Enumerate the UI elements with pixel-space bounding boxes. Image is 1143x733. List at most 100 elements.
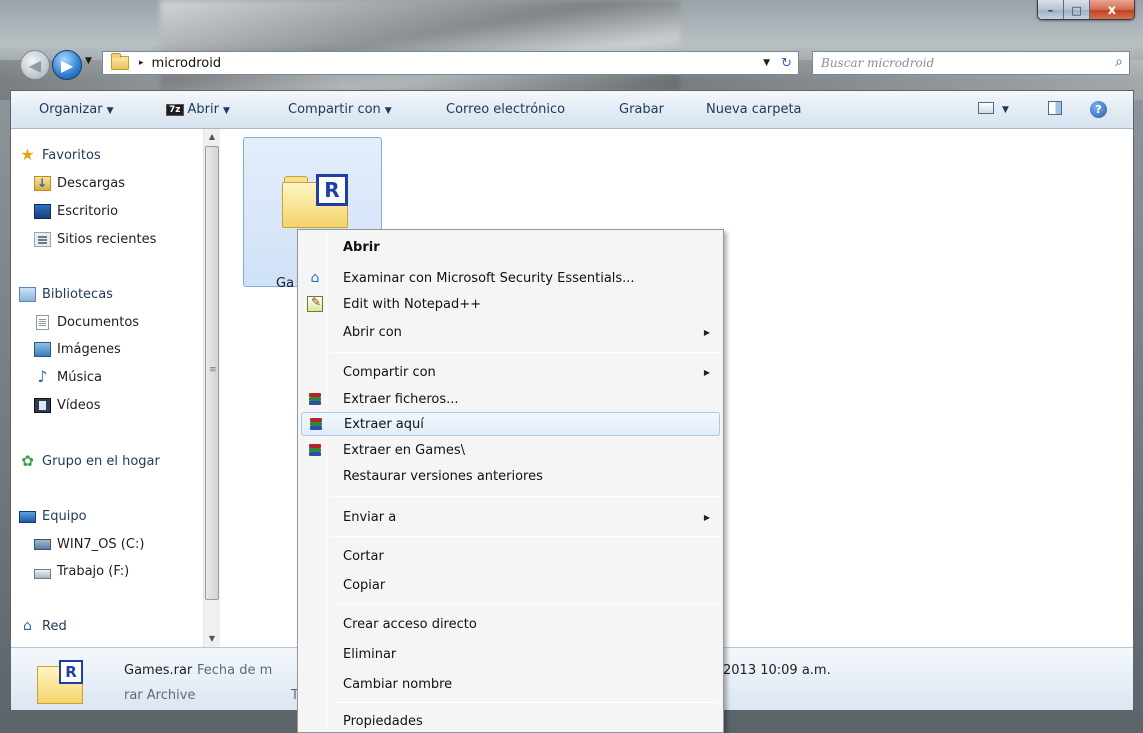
open-menu[interactable]: 7z Abrir ▼ [166,102,230,117]
menu-item-copy[interactable]: Copiar [301,573,720,597]
menu-item-delete[interactable]: Eliminar [301,642,720,666]
maximize-button[interactable]: □ [1064,0,1090,19]
winrar-icon [307,391,323,407]
scroll-up-icon[interactable]: ▲ [204,129,220,145]
help-button[interactable]: ? [1090,101,1107,118]
email-button[interactable]: Correo electrónico [446,102,565,117]
details-date-value: 2013 10:09 a.m. [723,663,831,678]
security-essentials-icon: ⌂ [310,270,320,286]
winrar-band [310,426,322,430]
search-input[interactable]: Buscar microdroid [821,56,934,70]
chevron-down-icon: ▼ [106,106,114,116]
address-dropdown[interactable]: ▼ [763,58,770,68]
search-box[interactable]: Buscar microdroid ⌕ [812,51,1130,75]
menu-item-extract-files[interactable]: Extraer ficheros... [301,387,720,411]
new-folder-button[interactable]: Nueva carpeta [706,102,802,117]
breadcrumb-microdroid[interactable]: microdroid [152,56,222,71]
nav-downloads[interactable]: Descargas [34,176,125,191]
search-icon[interactable]: ⌕ [1115,54,1123,70]
os-drive-icon [34,539,51,550]
nav-favorites[interactable]: ★ Favoritos [19,145,100,164]
menu-item-properties[interactable]: Propiedades [301,709,720,733]
menu-item-label: Examinar con Microsoft Security Essentia… [343,270,635,286]
help-icon: ? [1090,101,1107,118]
7zip-icon: 7z [166,104,184,116]
menu-item-send-to[interactable]: Enviar a ▶ [301,505,720,529]
nav-videos[interactable]: Vídeos [34,398,100,413]
menu-separator [331,352,719,353]
refresh-icon[interactable]: ↻ [781,56,792,71]
close-button[interactable]: x [1090,0,1134,19]
nav-desktop[interactable]: Escritorio [34,204,118,219]
share-label: Compartir con [288,102,381,117]
address-bar[interactable]: ▸ microdroid ▼ ↻ [102,51,799,75]
menu-item-rename[interactable]: Cambiar nombre [301,672,720,696]
organize-menu[interactable]: Organizar ▼ [39,102,113,117]
menu-separator [331,496,719,497]
music-icon: ♪ [37,367,48,386]
menu-item-restore-versions[interactable]: Restaurar versiones anteriores [301,464,720,488]
menu-item-label: Restaurar versiones anteriores [343,468,543,484]
menu-item-extract-here[interactable]: Extraer aquí [301,412,720,436]
videos-icon [34,398,51,413]
nav-music[interactable]: ♪ Música [34,367,102,386]
recent-pages-dropdown[interactable]: ▼ [85,56,92,66]
menu-item-share-with[interactable]: Compartir con ▶ [301,360,720,384]
menu-item-open[interactable]: Abrir [301,235,720,259]
menu-item-label: Compartir con [343,364,436,380]
menu-item-create-shortcut[interactable]: Crear acceso directo [301,612,720,636]
navigation-pane: ★ Favoritos Descargas Escritorio Sitios r… [11,129,220,647]
nav-label: Documentos [57,315,140,330]
notepad-plus-plus-icon [307,295,323,312]
minimize-button[interactable]: – [1038,0,1064,19]
share-menu[interactable]: Compartir con ▼ [288,102,392,117]
nav-label: Vídeos [57,398,101,413]
chevron-down-icon: ▼ [222,106,230,116]
chevron-down-icon: ▼ [1002,105,1009,115]
nav-libraries[interactable]: Bibliotecas [19,287,113,302]
menu-item-extract-to-games[interactable]: Extraer en Games\ [301,438,720,462]
nav-computer[interactable]: Equipo [19,509,87,524]
nav-network[interactable]: ⌂ Red [19,619,67,634]
network-icon: ⌂ [23,618,32,634]
documents-icon [36,315,49,330]
recent-places-icon [34,232,51,247]
breadcrumb-separator[interactable]: ▸ [139,58,144,68]
menu-item-edit-notepad[interactable]: Edit with Notepad++ [301,292,720,316]
back-button[interactable]: ◀ [20,50,50,80]
menu-item-label: Cambiar nombre [343,676,453,692]
nav-recent[interactable]: Sitios recientes [34,232,156,247]
view-icon [978,102,994,114]
forward-button[interactable]: ▶ [52,50,82,80]
menu-item-cut[interactable]: Cortar [301,544,720,568]
nav-label: Grupo en el hogar [42,454,160,469]
grip-icon: ≡ [209,365,217,375]
star-icon: ★ [20,145,35,164]
nav-documents[interactable]: Documentos [34,315,139,330]
nav-pictures[interactable]: Imágenes [34,342,121,357]
computer-icon [19,510,36,523]
burn-button[interactable]: Grabar [619,102,664,117]
preview-pane-button[interactable] [1048,101,1062,119]
change-view-button[interactable]: ▼ [978,101,1009,116]
menu-item-open-with[interactable]: Abrir con ▶ [301,320,720,344]
nav-drive-c[interactable]: WIN7_OS (C:) [34,537,144,552]
menu-separator [331,536,719,537]
nav-label: Equipo [42,509,87,524]
drive-icon [34,568,51,579]
winrar-icon [308,416,324,432]
pictures-icon [34,342,51,357]
menu-separator [331,702,719,703]
scroll-down-icon[interactable]: ▼ [204,631,220,647]
context-menu: Abrir ⌂ Examinar con Microsoft Security E… [297,229,724,733]
open-label: Abrir [187,102,219,117]
menu-item-label: Edit with Notepad++ [343,296,482,312]
submenu-arrow-icon: ▶ [703,512,710,522]
nav-scrollbar[interactable]: ▲ ≡ ▼ [203,129,220,647]
nav-homegroup[interactable]: ✿ Grupo en el hogar [19,454,160,470]
menu-item-label: Eliminar [343,646,397,662]
nav-drive-f[interactable]: Trabajo (F:) [34,564,129,579]
scroll-thumb[interactable]: ≡ [205,146,219,600]
menu-item-label: Abrir [343,239,380,255]
menu-item-scan-mse[interactable]: ⌂ Examinar con Microsoft Security Essenti… [301,266,720,290]
